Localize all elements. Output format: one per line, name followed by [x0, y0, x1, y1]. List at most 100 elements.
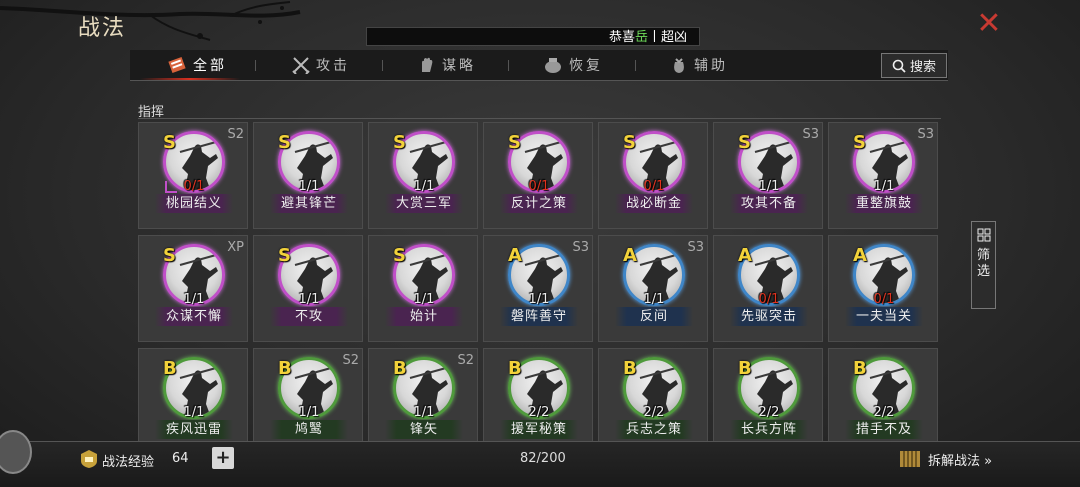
skill-name: 兵志之策 [615, 420, 693, 439]
skill-name: 桃园结义 [155, 194, 233, 213]
skill-count: 1/1 [643, 292, 665, 307]
section-divider [138, 118, 941, 119]
skill-card[interactable]: S S2 0/1 桃园结义 [138, 122, 248, 229]
skill-grade: S [393, 245, 406, 266]
skill-card[interactable]: B S2 1/1 锋矢 [368, 348, 478, 455]
skill-card[interactable]: A 0/1 一夫当关 [828, 235, 938, 342]
skill-name: 攻其不备 [730, 194, 808, 213]
skill-name: 反计之策 [500, 194, 578, 213]
tab-divider [508, 60, 509, 71]
ticker-suffix: 丨超凶 [647, 30, 687, 45]
close-icon[interactable]: ✕ [975, 9, 1003, 39]
skill-card[interactable]: B 2/2 措手不及 [828, 348, 938, 455]
skill-count: 2/2 [528, 405, 550, 420]
all-scroll-icon [168, 56, 186, 74]
skill-card[interactable]: A S3 1/1 磐阵善守 [483, 235, 593, 342]
skill-card[interactable]: S 0/1 战必断金 [598, 122, 708, 229]
skill-card[interactable]: S 1/1 不攻 [253, 235, 363, 342]
skill-card[interactable]: S 1/1 始计 [368, 235, 478, 342]
tab-divider [635, 60, 636, 71]
tab-attack-label: 攻击 [316, 58, 350, 74]
ticker-highlight: 岳 [634, 30, 648, 45]
skill-grade: B [738, 358, 752, 379]
skill-count: 2/2 [873, 405, 895, 420]
search-button[interactable]: 搜索 [881, 53, 947, 78]
skill-card[interactable]: A 0/1 先驱突击 [713, 235, 823, 342]
skill-grade: B [278, 358, 292, 379]
disassemble-button[interactable]: 拆解战法 » [898, 448, 992, 470]
skill-count: 1/1 [183, 292, 205, 307]
skill-grade: S [393, 132, 406, 153]
support-bag-icon [674, 58, 684, 73]
tab-strategy[interactable]: 谋略 [418, 50, 476, 80]
tab-attack[interactable]: 攻击 [292, 50, 350, 80]
skill-card[interactable]: S 0/1 反计之策 [483, 122, 593, 229]
skill-grade: S [163, 132, 176, 153]
tab-support-label: 辅助 [694, 58, 728, 74]
skill-name: 援军秘策 [500, 420, 578, 439]
skill-card[interactable]: A S3 1/1 反间 [598, 235, 708, 342]
tab-all[interactable]: 全部 [167, 50, 227, 80]
skill-name: 一夫当关 [845, 307, 923, 326]
tab-strategy-label: 谋略 [442, 58, 476, 74]
skill-name: 重整旗鼓 [845, 194, 923, 213]
skill-name: 始计 [385, 307, 463, 326]
skill-name: 锋矢 [385, 420, 463, 439]
skill-grade: B [393, 358, 407, 379]
skill-grade: S [738, 132, 751, 153]
disassemble-icon [900, 451, 920, 467]
disassemble-label: 拆解战法 » [928, 453, 993, 469]
skill-name: 先驱突击 [730, 307, 808, 326]
skill-grade: S [278, 245, 291, 266]
skill-exp-value: 64 [172, 451, 189, 466]
skill-grade: S [163, 245, 176, 266]
ticker-prefix: 恭喜 [608, 30, 635, 45]
skill-card[interactable]: B S2 1/1 鸠鹥 [253, 348, 363, 455]
skill-card[interactable]: S XP 1/1 众谋不懈 [138, 235, 248, 342]
tab-recovery[interactable]: 恢复 [543, 50, 603, 80]
skill-count: 1/1 [298, 179, 320, 194]
add-exp-button[interactable]: + [212, 447, 234, 469]
skill-count: 0/1 [183, 179, 205, 194]
skill-card[interactable]: B 2/2 兵志之策 [598, 348, 708, 455]
skill-tier: S3 [687, 240, 704, 255]
skill-card[interactable]: B 2/2 援军秘策 [483, 348, 593, 455]
skill-count: 2/2 [758, 405, 780, 420]
skill-count: 1/1 [413, 179, 435, 194]
grid-filter-icon [977, 228, 990, 242]
skill-card[interactable]: B 1/1 疾风迅雷 [138, 348, 248, 455]
skill-count: 1/1 [183, 405, 205, 420]
skill-name: 避其锋芒 [270, 194, 348, 213]
skill-grade: A [853, 245, 867, 266]
tab-support[interactable]: 辅助 [670, 50, 728, 80]
skill-count: 1/1 [528, 292, 550, 307]
tab-all-label: 全部 [193, 58, 227, 74]
skill-count: 1/1 [413, 405, 435, 420]
skill-card[interactable]: S S3 1/1 攻其不备 [713, 122, 823, 229]
skill-tier: S3 [572, 240, 589, 255]
skill-tier: S2 [342, 353, 359, 368]
skill-count: 1/1 [413, 292, 435, 307]
tab-divider [382, 60, 383, 71]
skill-exp-icon [81, 450, 97, 468]
announcement-ticker: 恭喜岳丨超凶 [366, 27, 700, 46]
category-tab-bar: 全部 攻击 谋略 恢复 辅助 [130, 50, 948, 81]
skill-grade: S [508, 132, 521, 153]
skill-count: 1/1 [298, 405, 320, 420]
skill-count: 0/1 [528, 179, 550, 194]
skill-card[interactable]: S S3 1/1 重整旗鼓 [828, 122, 938, 229]
skill-card[interactable]: S 1/1 大赏三军 [368, 122, 478, 229]
skill-name: 大赏三军 [385, 194, 463, 213]
recovery-pot-icon [545, 58, 561, 73]
skill-name: 长兵方阵 [730, 420, 808, 439]
skill-card[interactable]: B 2/2 长兵方阵 [713, 348, 823, 455]
skill-count: 0/1 [873, 292, 895, 307]
skill-tier: S3 [802, 127, 819, 142]
skill-card[interactable]: S 1/1 避其锋芒 [253, 122, 363, 229]
filter-button[interactable]: 筛 选 [971, 221, 996, 309]
skill-tier: XP [227, 240, 244, 255]
skill-name: 不攻 [270, 307, 348, 326]
skill-tier: S3 [917, 127, 934, 142]
skill-grade: B [853, 358, 867, 379]
skill-grade: B [623, 358, 637, 379]
